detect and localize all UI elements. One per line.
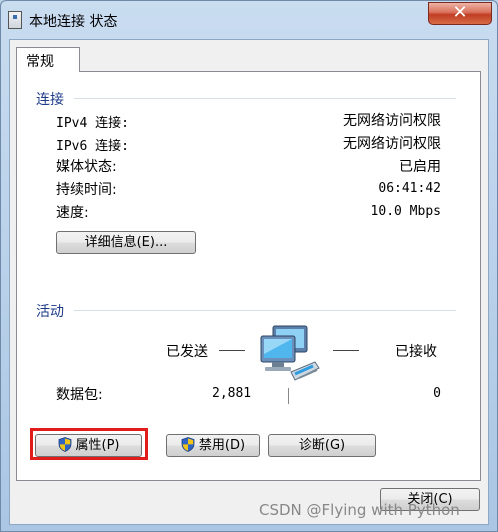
highlight-box	[30, 428, 148, 460]
connection-divider	[74, 98, 456, 99]
sent-label: 已发送	[166, 344, 208, 360]
ipv6-label: IPv6 连接:	[56, 139, 129, 154]
speed-value: 10.0 Mbps	[370, 204, 441, 219]
activity-divider	[74, 310, 456, 311]
sent-dash	[219, 350, 245, 351]
duration-label: 持续时间:	[56, 182, 117, 198]
details-button[interactable]: 详细信息(E)...	[56, 231, 196, 254]
disable-button-label: 禁用(D)	[198, 438, 246, 453]
title-bar[interactable]: 本地连接 状态 ✕	[1, 1, 497, 39]
network-status-icon	[8, 11, 22, 29]
ipv6-value: 无网络访问权限	[343, 136, 441, 152]
packets-sent-value: 2,881	[212, 386, 252, 401]
connection-heading: 连接	[36, 92, 64, 108]
tab-general[interactable]: 常规	[16, 47, 80, 72]
received-label: 已接收	[395, 344, 437, 360]
media-state-value: 已启用	[399, 159, 441, 175]
diagnose-button[interactable]: 诊断(G)	[268, 434, 376, 457]
ipv4-label: IPv4 连接:	[56, 116, 129, 131]
speed-label: 速度:	[56, 205, 89, 221]
disable-button[interactable]: 禁用(D)	[166, 434, 260, 457]
duration-value: 06:41:42	[378, 181, 441, 196]
network-computers-icon	[260, 325, 320, 381]
window-title: 本地连接 状态	[29, 14, 118, 30]
received-dash	[333, 350, 359, 351]
activity-heading: 活动	[36, 304, 64, 320]
packets-separator	[288, 388, 289, 404]
uac-shield-icon	[181, 437, 195, 452]
close-window-button[interactable]: ✕	[428, 2, 492, 25]
packets-received-value: 0	[433, 386, 441, 401]
media-state-label: 媒体状态:	[56, 159, 117, 175]
packets-label: 数据包:	[56, 387, 103, 403]
watermark-text: CSDN @Flying with Python	[259, 501, 460, 519]
ipv4-value: 无网络访问权限	[343, 113, 441, 129]
